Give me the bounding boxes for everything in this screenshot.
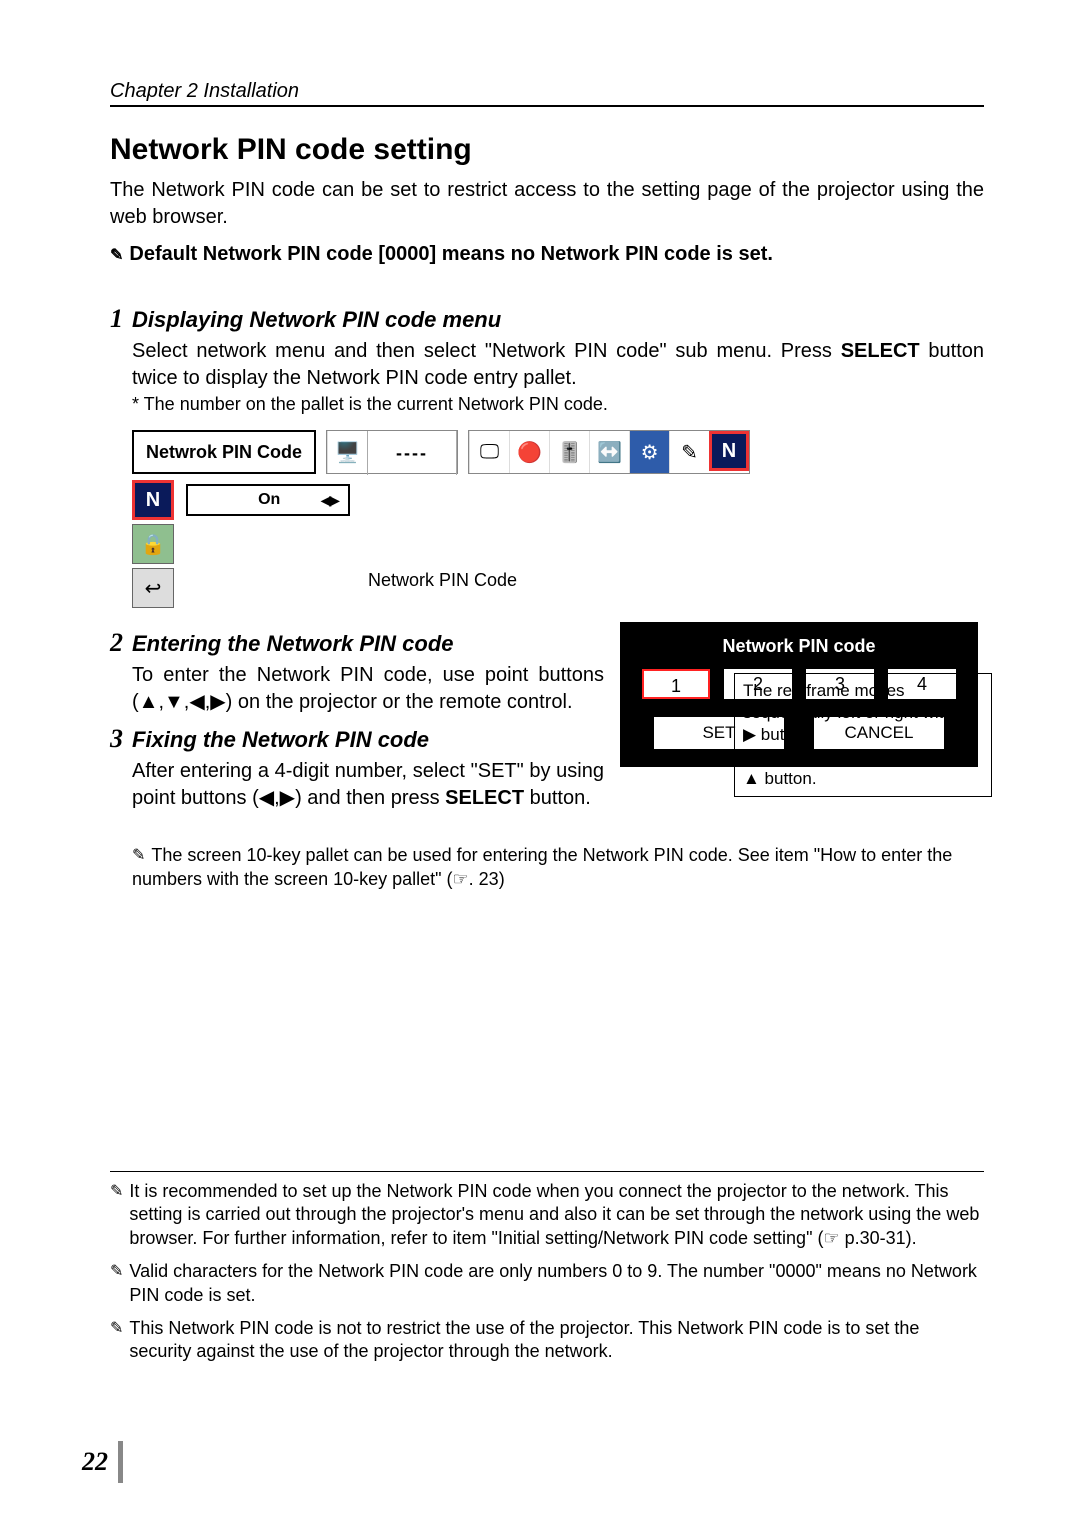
submenu-caption: Network PIN Code (368, 570, 517, 591)
menu-icon-screen: ↔️ (589, 431, 629, 473)
ten-key-note: ✎The screen 10-key pallet can be used fo… (132, 844, 984, 891)
menu-icon-input: 🖵 (469, 431, 509, 473)
pencil-icon: ✎ (132, 847, 145, 864)
page-title: Network PIN code setting (110, 133, 984, 167)
menu-icon-network-selected: N (709, 431, 749, 471)
step-3-body: After entering a 4-digit number, select … (132, 758, 604, 812)
pencil-icon: ✎ (110, 1319, 123, 1364)
left-right-arrows-icon: ◀▶ (320, 492, 338, 509)
step-1-note: * The number on the pallet is the curren… (132, 392, 984, 416)
step-3-number: 3 (110, 724, 132, 754)
menu-icon-1: 🖥️ (327, 431, 367, 473)
pin-dashes: ---- (367, 431, 457, 475)
submenu-icon-network: N (132, 480, 174, 520)
chapter-header: Chapter 2 Installation (110, 80, 984, 107)
pencil-icon: ✎ (110, 247, 123, 264)
footer-separator (110, 1171, 984, 1172)
menu-icon-color: 🔴 (509, 431, 549, 473)
menu-icon-adjust: 🎚️ (549, 431, 589, 473)
on-selector: On ◀▶ (186, 484, 350, 516)
pencil-icon: ✎ (110, 1262, 123, 1307)
step-1-number: 1 (110, 304, 132, 334)
redframe-note-box: The red frame moves sequentially left or… (734, 673, 992, 797)
footnote-1: ✎ It is recommended to set up the Networ… (110, 1180, 984, 1250)
footnote-2: ✎ Valid characters for the Network PIN c… (110, 1260, 984, 1307)
footnote-3: ✎ This Network PIN code is not to restri… (110, 1317, 984, 1364)
menu-icon-setting: ⚙ (629, 431, 669, 473)
menu-bar-screenshot: Netwrok PIN Code 🖥️ ---- 🖵 🔴 🎚️ ↔️ ⚙ ✎ N (132, 430, 984, 474)
submenu-icon-pin: 🔒 (132, 524, 174, 564)
menu-bar-label: Netwrok PIN Code (134, 442, 314, 463)
intro-text: The Network PIN code can be set to restr… (110, 177, 984, 231)
step-3-title: Fixing the Network PIN code (132, 727, 429, 753)
menu-icon-wired: ✎ (669, 431, 709, 473)
submenu-screenshot: N 🔒 ↩ On ◀▶ Network PIN Code (132, 480, 984, 608)
step-2-body: To enter the Network PIN code, use point… (132, 662, 604, 716)
step-2-title: Entering the Network PIN code (132, 631, 454, 657)
pin-dialog-title: Network PIN code (634, 636, 964, 657)
submenu-icon-back: ↩ (132, 568, 174, 608)
pencil-icon: ✎ (110, 1182, 123, 1250)
step-1-body: Select network menu and then select "Net… (132, 338, 984, 416)
default-pin-note: ✎Default Network PIN code [0000] means n… (110, 243, 984, 266)
page-number: 22 (82, 1441, 123, 1483)
pin-digit-1: 1 (642, 669, 710, 699)
step-1-title: Displaying Network PIN code menu (132, 307, 501, 333)
step-2-number: 2 (110, 628, 132, 658)
